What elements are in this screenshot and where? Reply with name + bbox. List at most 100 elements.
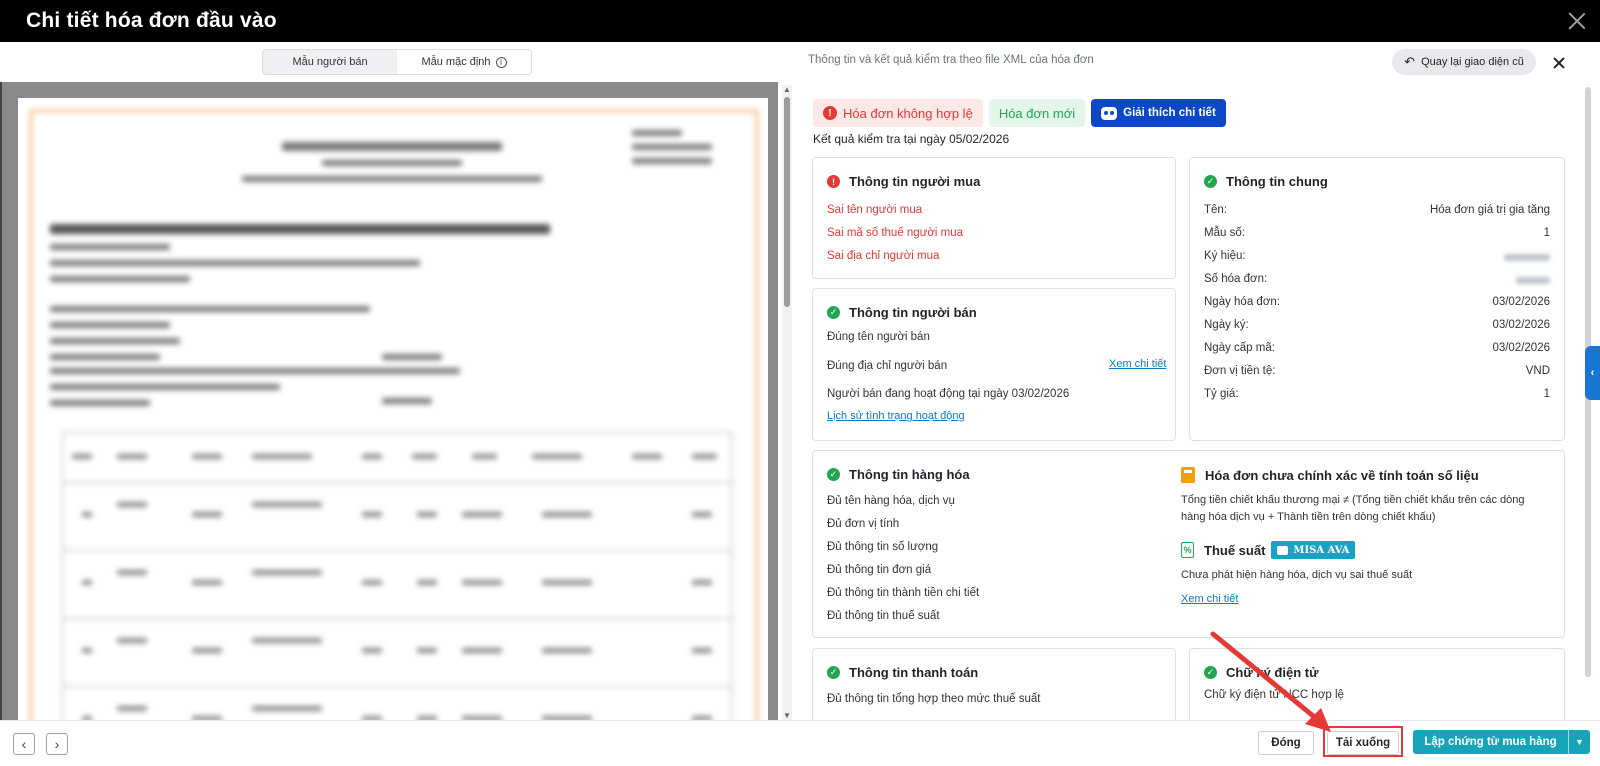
general-row-invoice-date: Ngày hóa đơn: 03/02/2026 <box>1204 296 1550 308</box>
seller-name-ok: Đúng tên người bán <box>827 331 930 343</box>
row-label: Ngày ký: <box>1204 319 1249 331</box>
next-invoice-button[interactable]: › <box>46 733 68 755</box>
error-icon: ! <box>827 175 840 188</box>
tab-seller-template-label: Mẫu người bán <box>292 56 368 68</box>
dropdown-caret-icon[interactable]: ▼ <box>1568 730 1590 754</box>
goods-info-title: ✓ Thông tin hàng hóa <box>827 467 970 482</box>
payment-info-title: ✓ Thông tin thanh toán <box>827 665 978 680</box>
redacted-value <box>1516 277 1550 284</box>
side-panel-toggle[interactable]: ‹ <box>1585 346 1600 400</box>
calculator-icon <box>1181 467 1195 483</box>
create-purchase-voucher-button[interactable]: Lập chứng từ mua hàng ▼ <box>1413 730 1590 754</box>
new-invoice-badge: Hóa đơn mới <box>988 99 1086 127</box>
scroll-down-icon[interactable]: ▼ <box>783 711 791 720</box>
goods-item: Đủ thông tin thành tiền chi tiết <box>827 587 980 599</box>
annotation-arrow <box>1210 631 1331 732</box>
general-row-number: Số hóa đơn: <box>1204 273 1550 285</box>
primary-label: Lập chứng từ mua hàng <box>1424 736 1557 748</box>
goods-item: Đủ thông tin số lượng <box>827 541 939 553</box>
row-label: Tên: <box>1204 204 1228 216</box>
buyer-title-text: Thông tin người mua <box>849 174 981 189</box>
redacted-value <box>1504 254 1550 261</box>
row-value: 1 <box>1543 388 1550 400</box>
goods-item: Đủ thông tin đơn giá <box>827 564 932 576</box>
misa-ava-badge: MISA AVA <box>1271 541 1356 559</box>
general-row-currency: Đơn vị tiền tệ: VND <box>1204 365 1550 377</box>
invalid-label: Hóa đơn không hợp lệ <box>843 105 973 121</box>
preview-scrollbar[interactable]: ▲ ▼ <box>782 85 792 720</box>
calc-desc-line2: hàng hóa dịch vụ + Thành tiền trên dòng … <box>1181 511 1436 523</box>
goods-item: Đủ tên hàng hóa, dịch vụ <box>827 495 955 507</box>
general-row-name: Tên: Hóa đơn giá trị gia tăng <box>1204 204 1550 216</box>
calc-title-text: Hóa đơn chưa chính xác về tính toán số l… <box>1205 467 1479 483</box>
check-date: Kết quả kiểm tra tại ngày 05/02/2026 <box>813 132 1010 146</box>
scroll-up-icon[interactable]: ▲ <box>783 85 791 94</box>
preview-scroll-thumb[interactable] <box>784 97 790 307</box>
close-icon[interactable] <box>1552 56 1566 70</box>
info-icon[interactable]: i <box>495 56 507 68</box>
invoice-preview-area <box>0 82 778 738</box>
general-row-rate: Tỷ giá: 1 <box>1204 388 1550 400</box>
seller-detail-link[interactable]: Xem chi tiết <box>1109 358 1166 370</box>
row-label: Đơn vị tiền tệ: <box>1204 365 1276 377</box>
activity-history-link[interactable]: Lịch sử tình trạng hoạt động <box>827 410 965 422</box>
buyer-error-taxcode: Sai mã số thuế người mua <box>827 227 964 239</box>
general-row-code-date: Ngày cấp mã: 03/02/2026 <box>1204 342 1550 354</box>
tax-desc: Chưa phát hiện hàng hóa, dịch vụ sai thu… <box>1181 569 1413 581</box>
undo-arrow-icon: ↶ <box>1404 54 1416 69</box>
general-row-symbol: Ký hiệu: <box>1204 250 1550 262</box>
back-label: Quay lại giao diện cũ <box>1421 56 1524 68</box>
tab-seller-template[interactable]: Mẫu người bán <box>263 50 397 74</box>
seller-info-title: ✓ Thông tin người bán <box>827 305 977 320</box>
goods-title-text: Thông tin hàng hóa <box>849 467 970 482</box>
prev-invoice-button[interactable]: ‹ <box>13 733 35 755</box>
goods-item: Đủ thông tin thuế suất <box>827 610 940 622</box>
payment-line: Đủ thông tin tổng hợp theo mức thuế suất <box>827 693 1041 705</box>
tax-detail-link[interactable]: Xem chi tiết <box>1181 593 1238 605</box>
goods-item: Đủ đơn vị tính <box>827 518 900 530</box>
explain-detail-button[interactable]: Giải thích chi tiết <box>1091 99 1226 127</box>
tab-default-template-label: Mẫu mặc định <box>421 56 491 68</box>
buyer-error-address: Sai địa chỉ người mua <box>827 250 940 262</box>
check-icon: ✓ <box>827 468 840 481</box>
check-icon: ✓ <box>827 306 840 319</box>
row-value: Hóa đơn giá trị gia tăng <box>1429 204 1550 216</box>
invoice-paper <box>18 98 768 738</box>
row-label: Ngày hóa đơn: <box>1204 296 1280 308</box>
general-row-form: Mẫu số: 1 <box>1204 227 1550 239</box>
check-icon: ✓ <box>827 666 840 679</box>
row-label: Mẫu số: <box>1204 227 1245 239</box>
seller-active-status: Người bán đang hoạt động tại ngày 03/02/… <box>827 388 1070 400</box>
seller-info-card: ✓ Thông tin người bán Đúng tên người bán … <box>812 288 1176 441</box>
row-value: 03/02/2026 <box>1492 342 1550 354</box>
general-title-text: Thông tin chung <box>1226 174 1328 189</box>
status-badges: ! Hóa đơn không hợp lệ Hóa đơn mới Giải … <box>813 99 1226 127</box>
template-switch: Mẫu người bán Mẫu mặc định i <box>262 49 532 75</box>
calc-warning-title: Hóa đơn chưa chính xác về tính toán số l… <box>1181 467 1479 483</box>
general-info-card: ✓ Thông tin chung Tên: Hóa đơn giá trị gia… <box>1189 157 1565 441</box>
row-label: Số hóa đơn: <box>1204 273 1268 285</box>
robot-icon <box>1101 106 1118 120</box>
chevron-right-icon: › <box>54 736 60 752</box>
error-icon: ! <box>823 106 837 120</box>
tax-title-text: Thuế suất <box>1204 542 1266 558</box>
row-value: 03/02/2026 <box>1492 296 1550 308</box>
chevron-left-icon: ‹ <box>21 736 27 752</box>
check-results-panel: ! Hóa đơn không hợp lệ Hóa đơn mới Giải … <box>796 82 1582 720</box>
misa-badge-label: MISA AVA <box>1293 544 1350 556</box>
row-value: 03/02/2026 <box>1492 319 1550 331</box>
invoice-blurred-content <box>30 110 758 738</box>
row-value: VND <box>1525 365 1550 377</box>
row-label: Ký hiệu: <box>1204 250 1246 262</box>
back-to-old-ui-button[interactable]: ↶ Quay lại giao diện cũ <box>1392 49 1536 75</box>
goods-info-card: ✓ Thông tin hàng hóa Đủ tên hàng hóa, dịc… <box>812 450 1565 638</box>
percent-doc-icon: % <box>1181 542 1194 558</box>
tax-rate-title: % Thuế suất MISA AVA <box>1181 541 1356 559</box>
payment-title-text: Thông tin thanh toán <box>849 665 979 680</box>
buyer-error-name: Sai tên người mua <box>827 204 923 216</box>
general-row-sign-date: Ngày ký: 03/02/2026 <box>1204 319 1550 331</box>
tab-default-template[interactable]: Mẫu mặc định i <box>397 50 531 74</box>
row-label: Tỷ giá: <box>1204 388 1239 400</box>
close-window-icon[interactable] <box>1566 10 1588 32</box>
header-row: Mẫu người bán Mẫu mặc định i Thông tin và… <box>0 42 1600 82</box>
